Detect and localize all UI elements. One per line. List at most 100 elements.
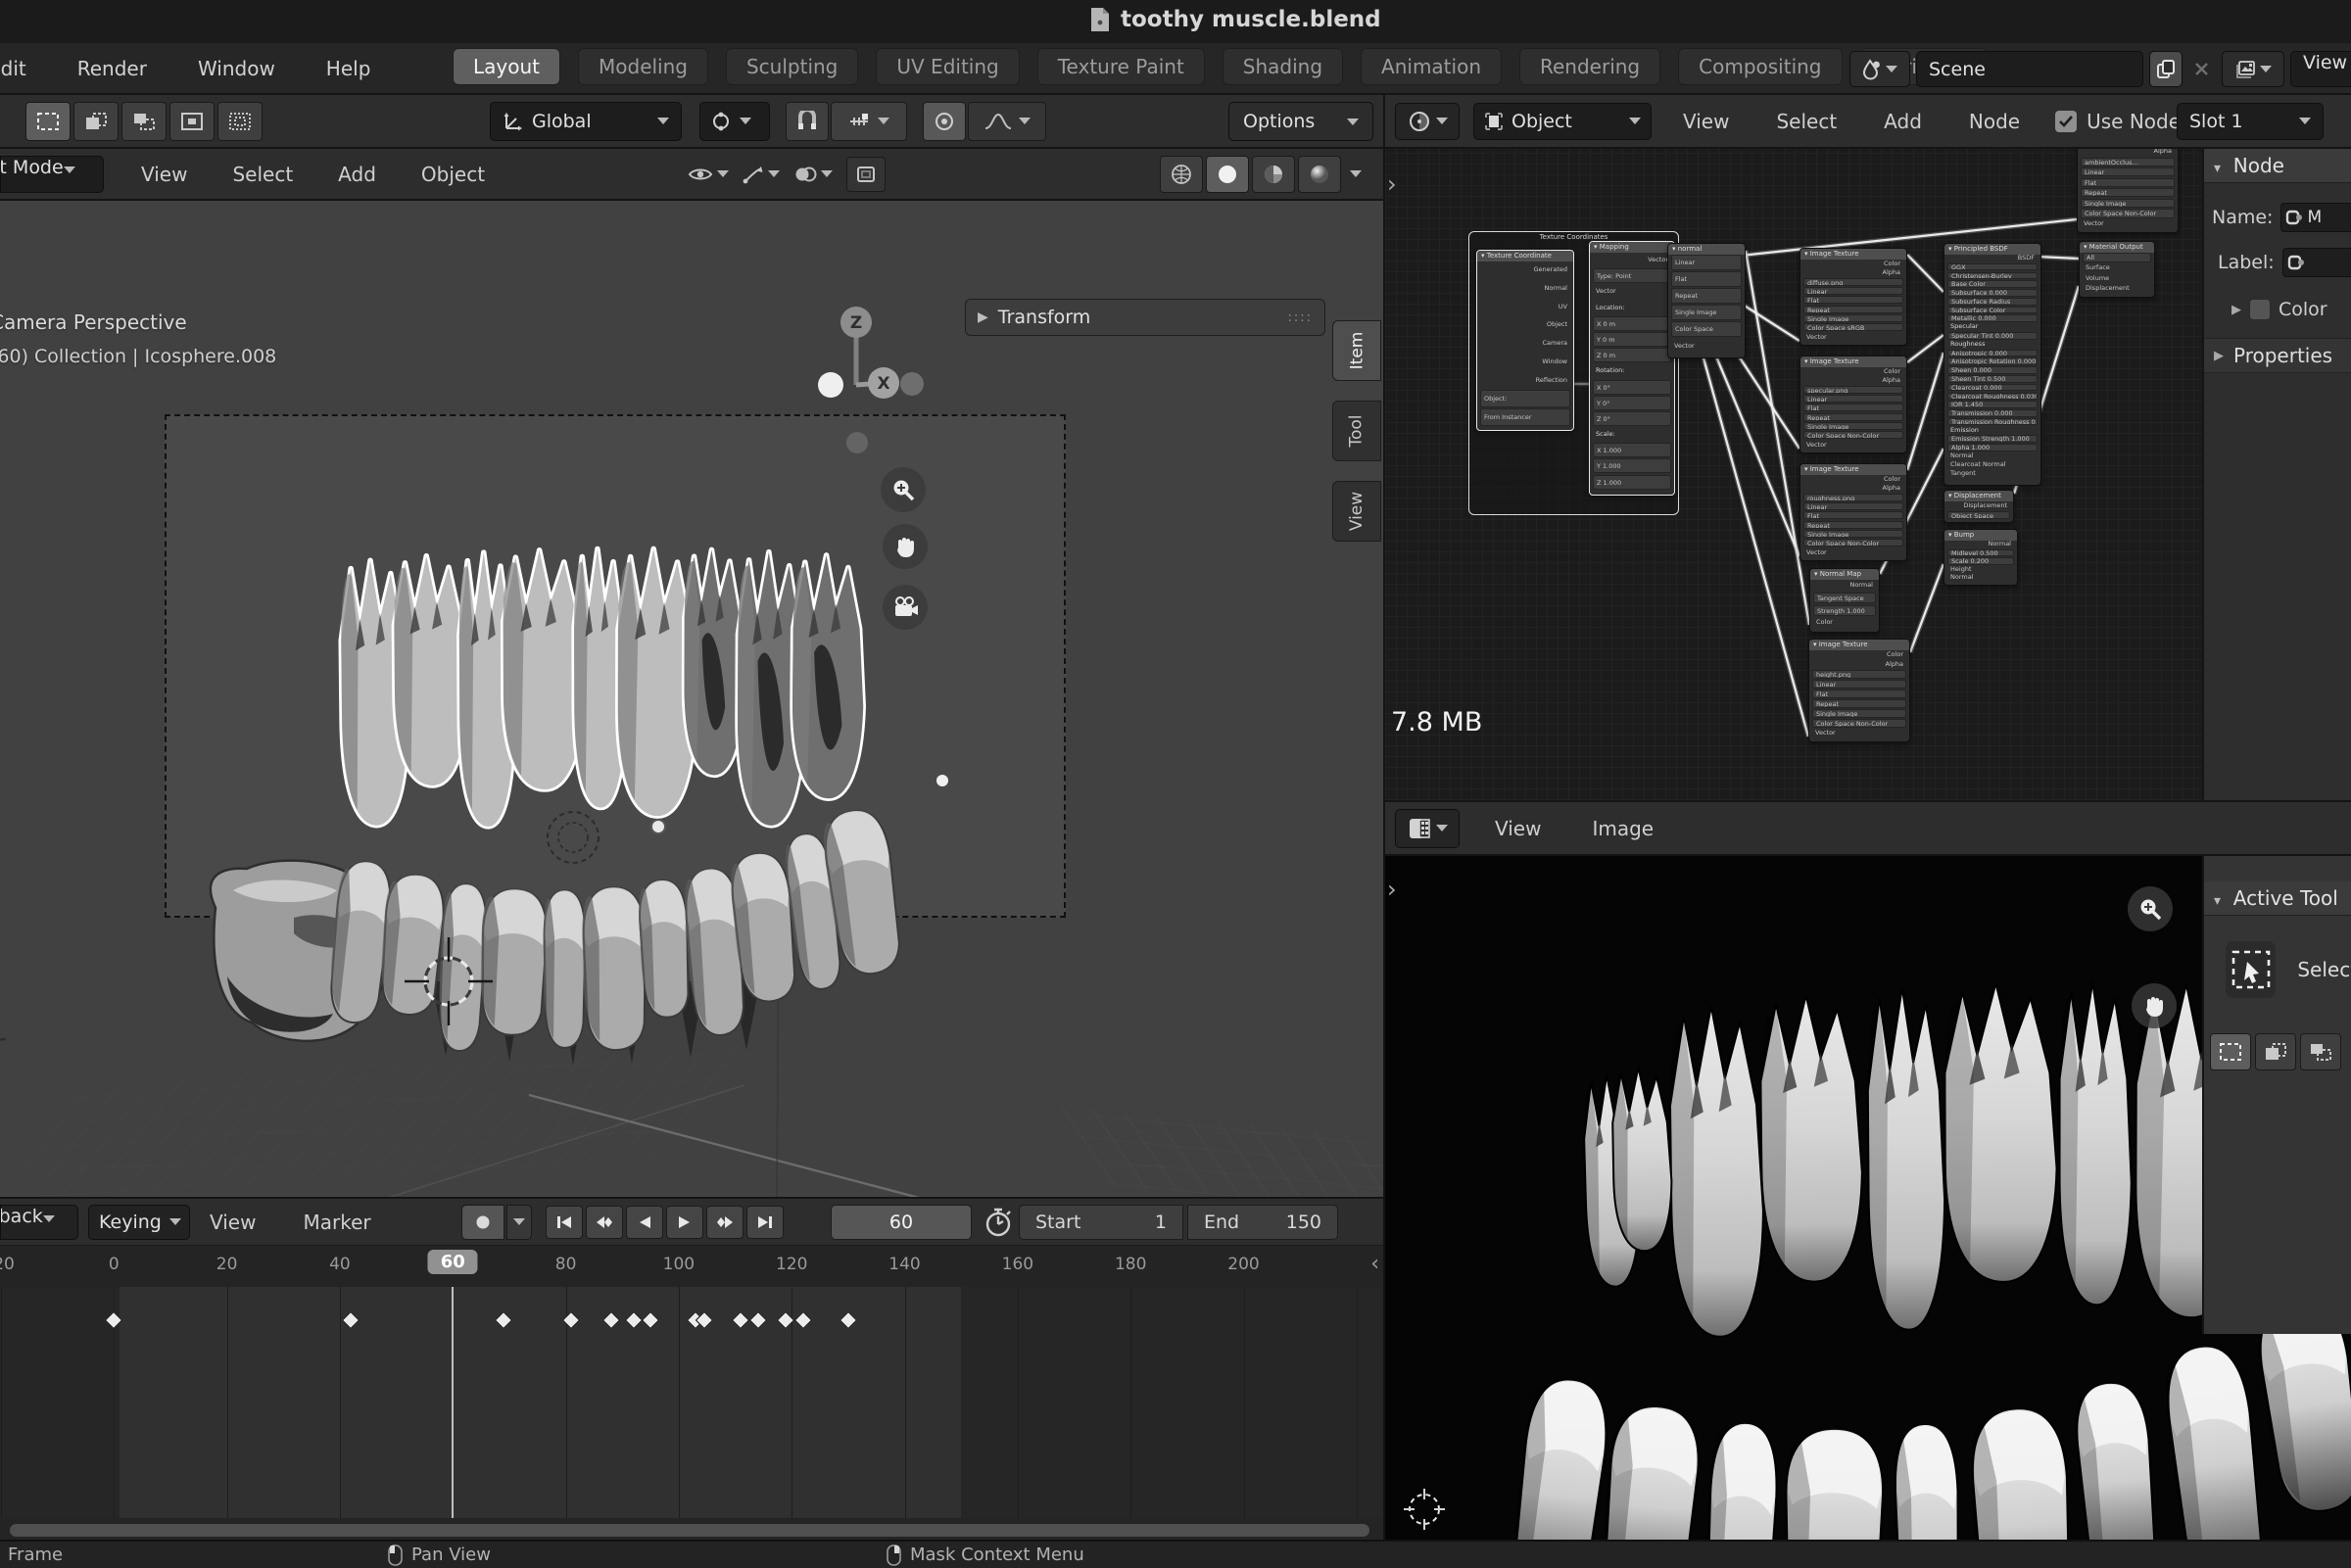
gizmos-dropdown[interactable]	[743, 165, 780, 184]
node-row[interactable]: Linear	[2081, 167, 2175, 176]
render-canvas[interactable]: › ▾ Active Tool Select Box	[1385, 856, 2351, 1542]
node-row[interactable]: Height	[1947, 566, 2014, 573]
node-row[interactable]: X 0°	[1593, 380, 1671, 395]
image-menu-image[interactable]: Image	[1586, 817, 1659, 840]
node-row[interactable]: Tangent Space	[1813, 593, 1876, 604]
node-material-output[interactable]: ▾ Material OutputAllSurfaceVolumeDisplac…	[2079, 241, 2155, 298]
node-row[interactable]: Linear	[1671, 255, 1742, 270]
node-mapping[interactable]: ▾ MappingVectorType: PointVectorLocation…	[1589, 241, 1675, 496]
node-row[interactable]: Color Space Non-Color	[1803, 431, 1903, 439]
node-row[interactable]: Scale 0.200	[1947, 557, 2014, 564]
node-row[interactable]: height.png	[1812, 670, 1906, 679]
node-row[interactable]: Y 0°	[1593, 396, 1671, 410]
node-texture-coordinate[interactable]: ▾ Texture CoordinateGeneratedNormalUVObj…	[1476, 250, 1574, 431]
view-layer-icon[interactable]	[2222, 51, 2284, 87]
workspace-tab-layout[interactable]: Layout	[453, 48, 560, 85]
node-row[interactable]: Repeat	[1803, 413, 1903, 421]
node-row[interactable]: Alpha	[1803, 376, 1903, 384]
node-row[interactable]: Strength 1.000	[1813, 605, 1876, 617]
node-row[interactable]: Anisotropic 0.000	[1947, 350, 2038, 357]
node-row[interactable]: Color	[1803, 367, 1903, 375]
zoom-button[interactable]	[2128, 886, 2173, 931]
navigation-gizmo[interactable]: Z X	[793, 299, 950, 475]
node-row[interactable]: Normal	[1480, 280, 1570, 298]
node-row[interactable]: Linear	[1803, 502, 1903, 510]
node-row[interactable]: Emission Strength 1.000	[1947, 435, 2038, 443]
node-row[interactable]: Normal	[1947, 452, 2038, 460]
timeline-scrollbar[interactable]	[10, 1524, 1369, 1537]
pan-button[interactable]	[883, 524, 928, 569]
node-row[interactable]: Vector	[1812, 729, 1906, 737]
panel-drag-dots[interactable]: ::::	[1287, 310, 1313, 325]
node-row[interactable]: Z 0 m	[1593, 348, 1671, 362]
node-row[interactable]: Sheen 0.000	[1947, 366, 2038, 374]
node-row[interactable]: Flat	[2081, 178, 2175, 187]
node-row[interactable]: Emission	[1947, 427, 2038, 435]
view-layer-field[interactable]: View Layer	[2290, 51, 2351, 87]
node-row[interactable]: Color	[1813, 617, 1876, 629]
node-row[interactable]: Clearcoat 0.000	[1947, 384, 2038, 392]
node-row[interactable]: Roughness	[1947, 341, 2038, 349]
node-row[interactable]: Metallic 0.000	[1947, 314, 2038, 322]
node-row[interactable]: Alpha	[1812, 660, 1906, 669]
node-row[interactable]: Repeat	[1671, 288, 1742, 304]
node-row[interactable]: Subsurface Color	[1947, 307, 2038, 314]
node-row[interactable]: Type: Point	[1593, 268, 1671, 283]
node-row[interactable]: Alpha 1.000	[1947, 444, 2038, 451]
node-row[interactable]: GGX	[1947, 263, 2038, 271]
node-row[interactable]: Vector	[1671, 339, 1742, 355]
node-row[interactable]: Midlevel 0.500	[1947, 549, 2014, 556]
timeline-menu-marker[interactable]: Marker	[297, 1211, 376, 1234]
unlink-scene-button[interactable]	[2188, 51, 2214, 87]
node-row[interactable]: IOR 1.450	[1947, 401, 2038, 408]
node-row[interactable]: X 1.000	[1593, 443, 1671, 457]
node-row[interactable]: Generated	[1480, 261, 1570, 279]
pan-button[interactable]	[2132, 983, 2177, 1028]
node-row[interactable]: Z 0°	[1593, 411, 1671, 426]
scene-name-field[interactable]: Scene	[1916, 51, 2143, 87]
workspace-tab-rendering[interactable]: Rendering	[1519, 48, 1660, 85]
node-row[interactable]: Rotation:	[1593, 363, 1671, 378]
node-menu-add[interactable]: Add	[1878, 110, 1928, 133]
node-principled-bsdf[interactable]: ▾ Principled BSDFBSDFGGXChristensen-Burl…	[1943, 243, 2041, 486]
view-layer-selector[interactable]: View Layer	[2222, 51, 2351, 87]
node-row[interactable]: Y 1.000	[1593, 458, 1671, 473]
select-mode-subtract[interactable]	[121, 102, 167, 141]
options-dropdown[interactable]: Options	[1228, 102, 1373, 141]
node-row[interactable]: Linear	[1803, 395, 1903, 403]
node-row[interactable]: Flat	[1803, 511, 1903, 519]
region-toggle-arrow[interactable]: ›	[1387, 170, 1397, 198]
shading-rendered[interactable]	[1298, 156, 1341, 193]
menu-help[interactable]: Help	[322, 43, 375, 95]
node-row[interactable]: Flat	[1812, 689, 1906, 698]
node-row[interactable]: Alpha	[1803, 268, 1903, 276]
node-row[interactable]: Color	[1803, 260, 1903, 267]
camera-view-button[interactable]	[883, 585, 928, 630]
next-keyframe-button[interactable]	[706, 1206, 744, 1239]
node-menu-node[interactable]: Node	[1963, 110, 2026, 133]
node-color-row[interactable]: ▶ Color	[2231, 299, 2351, 320]
node-row[interactable]: specular.png	[1803, 386, 1903, 394]
node-row[interactable]: ambientOcclus…	[2081, 158, 2175, 166]
menu-window[interactable]: Window	[194, 43, 279, 95]
node-row[interactable]: Subsurface 0.000	[1947, 289, 2038, 297]
node-image-texture[interactable]: ▾ Image TextureColorAlphadiffuse.pngLine…	[1799, 248, 1907, 346]
region-toggle-arrow[interactable]: ›	[1387, 876, 1397, 903]
image-menu-view[interactable]: View	[1489, 817, 1547, 840]
node-row[interactable]: BSDF	[1947, 255, 2038, 262]
node-displacement[interactable]: ▾ DisplacementDisplacementObject Space	[1943, 490, 2014, 523]
play-button[interactable]	[666, 1206, 703, 1239]
node-row[interactable]: Normal	[1947, 574, 2014, 581]
select-mode-invert[interactable]	[169, 102, 215, 141]
node-row[interactable]: Vector	[1593, 253, 1671, 267]
node-row[interactable]: Specular	[1947, 323, 2038, 331]
node-row[interactable]: Alpha	[1803, 484, 1903, 492]
region-toggle-arrow[interactable]: ‹	[1370, 1252, 1379, 1276]
auto-key-toggle[interactable]	[461, 1205, 504, 1240]
node-row[interactable]: Repeat	[1803, 521, 1903, 529]
node-row[interactable]: Color Space sRGB	[1803, 323, 1903, 331]
node-row[interactable]: Displacement	[2083, 284, 2151, 294]
select-mode-new[interactable]	[25, 102, 71, 141]
node-row[interactable]: Single Image	[2081, 199, 2175, 208]
viewport-menu-object[interactable]: Object	[415, 163, 491, 186]
